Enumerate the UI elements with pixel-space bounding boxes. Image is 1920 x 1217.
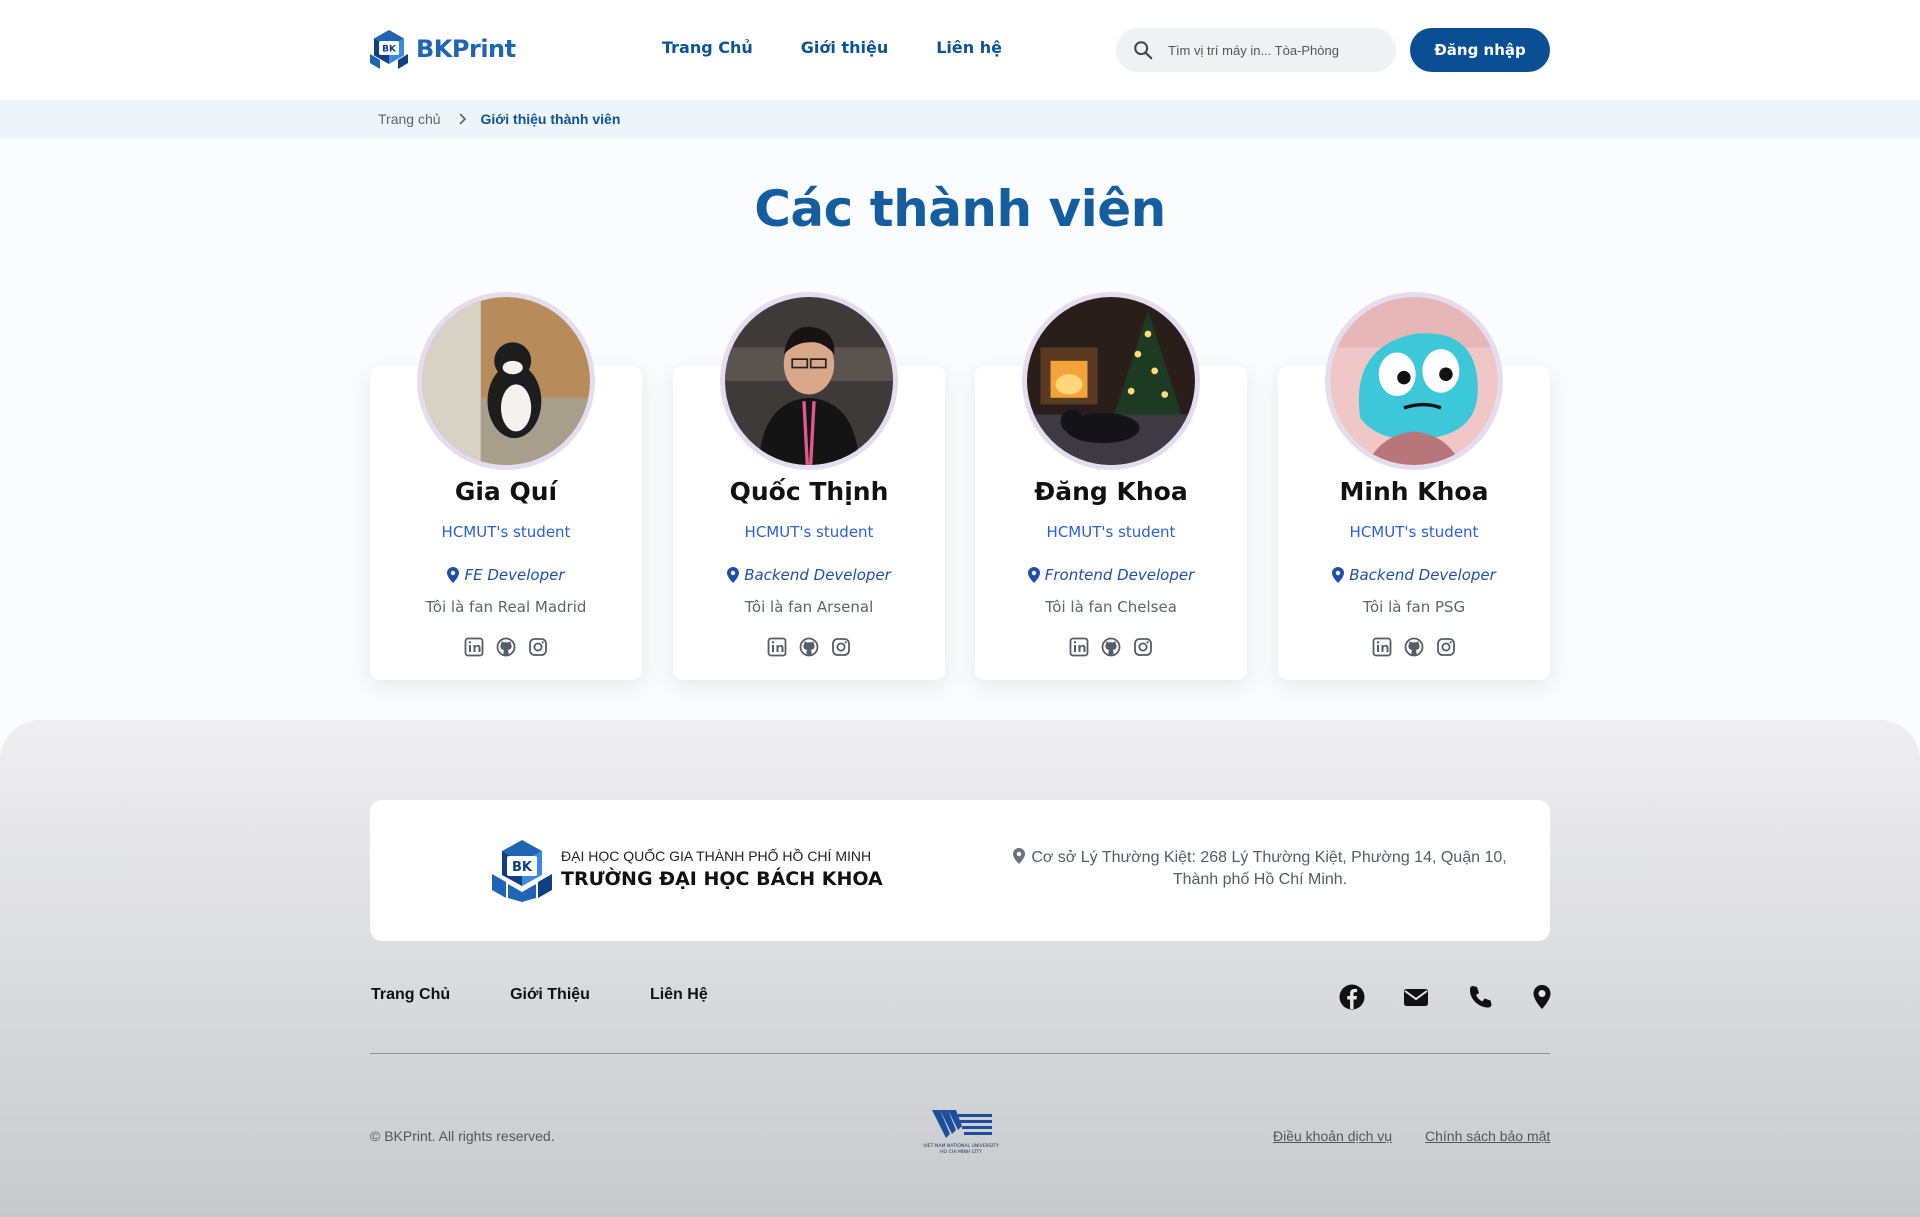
footer-link-about[interactable]: Giới Thiệu (510, 986, 590, 1004)
location-pin-icon (447, 567, 460, 583)
svg-text:BK: BK (512, 860, 533, 875)
site-footer: BK ĐẠI HỌC QUỐC GIA THÀNH PHỐ HỒ CHÍ MIN… (0, 720, 1920, 1217)
footer-divider (370, 1053, 1550, 1054)
member-name: Đăng Khoa (1034, 477, 1188, 506)
cat-photo-icon (422, 297, 590, 465)
member-avatar-cat-fireplace (1022, 292, 1200, 470)
brand-name: BKPrint (416, 35, 516, 63)
location-pin-icon (1332, 567, 1345, 583)
terms-link[interactable]: Điều khoản dịch vụ (1273, 1128, 1392, 1144)
github-icon[interactable] (1101, 637, 1121, 657)
main-nav: Trang Chủ Giới thiệu Liên hệ (662, 38, 1050, 57)
cartoon-fish-photo-icon (1330, 297, 1498, 465)
mail-icon[interactable] (1402, 983, 1430, 1011)
instagram-icon[interactable] (1133, 637, 1153, 657)
member-role-text: Frontend Developer (1044, 566, 1195, 584)
member-avatar-cat (417, 292, 595, 470)
member-avatar-cartoon (1325, 292, 1503, 470)
member-bio: Tôi là fan Arsenal (744, 598, 874, 616)
member-social (1278, 637, 1550, 657)
svg-text:BK: BK (382, 45, 397, 55)
linkedin-icon[interactable] (1372, 637, 1392, 657)
location-pin-icon (1013, 848, 1026, 864)
github-icon[interactable] (1404, 637, 1424, 657)
linkedin-icon[interactable] (1069, 637, 1089, 657)
member-role-text: Backend Developer (744, 566, 891, 584)
member-avatar-person (720, 292, 898, 470)
breadcrumb-current: Giới thiệu thành viên (480, 111, 621, 127)
member-social (975, 637, 1247, 657)
footer-nav: Trang Chủ Giới Thiệu Liên Hệ (371, 986, 768, 1004)
member-role: FE Developer (370, 566, 642, 584)
instagram-icon[interactable] (528, 637, 548, 657)
svg-text:VIET NAM NATIONAL UNIVERSITY: VIET NAM NATIONAL UNIVERSITY (923, 1143, 999, 1149)
facebook-icon[interactable] (1338, 983, 1366, 1011)
linkedin-icon[interactable] (767, 637, 787, 657)
phone-icon[interactable] (1466, 983, 1494, 1011)
breadcrumb: Trang chủ Giới thiệu thành viên (378, 111, 620, 127)
member-school: HCMUT's student (744, 523, 874, 541)
bk-logo-icon: BK (370, 30, 408, 69)
cat-fireplace-photo-icon (1027, 297, 1195, 465)
address: Cơ sở Lý Thường Kiệt: 268 Lý Thường Kiệt… (1010, 847, 1510, 891)
login-button[interactable]: Đăng nhập (1410, 28, 1550, 72)
member-social (370, 637, 642, 657)
search-box[interactable] (1116, 28, 1396, 72)
member-name: Minh Khoa (1339, 477, 1489, 506)
address-line-2: Thành phố Hồ Chí Minh. (1172, 871, 1348, 888)
member-bio: Tôi là fan Chelsea (1045, 598, 1177, 616)
member-school: HCMUT's student (441, 523, 571, 541)
member-bio: Tôi là fan PSG (1362, 598, 1466, 616)
instagram-icon[interactable] (831, 637, 851, 657)
site-header: BK BKPrint Trang Chủ Giới thiệu Liên hệ … (0, 0, 1920, 100)
nav-about[interactable]: Giới thiệu (801, 38, 888, 57)
footer-link-home[interactable]: Trang Chủ (371, 986, 450, 1004)
search-icon[interactable] (1132, 39, 1154, 61)
nav-contact[interactable]: Liên hệ (936, 38, 1002, 57)
university-name: TRƯỜNG ĐẠI HỌC BÁCH KHOA (561, 868, 883, 890)
linkedin-icon[interactable] (464, 637, 484, 657)
location-icon[interactable] (1528, 983, 1556, 1011)
member-bio: Tôi là fan Real Madrid (425, 598, 587, 616)
member-school: HCMUT's student (1349, 523, 1479, 541)
member-name: Quốc Thịnh (729, 477, 889, 506)
university-logo-icon: BK (492, 840, 552, 902)
vnu-logo-icon: VIET NAM NATIONAL UNIVERSITY HO CHI MINH… (923, 1110, 999, 1155)
copyright: © BKPrint. All rights reserved. (370, 1128, 555, 1144)
brand-logo[interactable]: BK BKPrint (368, 28, 516, 70)
member-role: Backend Developer (1278, 566, 1550, 584)
page-title: Các thành viên (754, 180, 1166, 238)
privacy-link[interactable]: Chính sách bảo mật (1425, 1128, 1550, 1144)
member-role: Backend Developer (673, 566, 945, 584)
university-box: BK ĐẠI HỌC QUỐC GIA THÀNH PHỐ HỒ CHÍ MIN… (370, 800, 1550, 941)
location-pin-icon (1027, 567, 1040, 583)
github-icon[interactable] (496, 637, 516, 657)
person-photo-icon (725, 297, 893, 465)
member-role-text: Backend Developer (1349, 566, 1496, 584)
member-name: Gia Quí (454, 477, 558, 506)
member-school: HCMUT's student (1046, 523, 1176, 541)
member-social (673, 637, 945, 657)
instagram-icon[interactable] (1436, 637, 1456, 657)
university-parent-name: ĐẠI HỌC QUỐC GIA THÀNH PHỐ HỒ CHÍ MINH (561, 848, 872, 864)
chevron-right-icon (458, 113, 466, 125)
search-input[interactable] (1168, 42, 1378, 58)
member-role: Frontend Developer (975, 566, 1247, 584)
breadcrumb-home[interactable]: Trang chủ (378, 111, 441, 127)
member-role-text: FE Developer (464, 566, 565, 584)
nav-home[interactable]: Trang Chủ (662, 38, 753, 57)
address-line-1: Cơ sở Lý Thường Kiệt: 268 Lý Thường Kiệt… (1031, 849, 1507, 866)
footer-link-contact[interactable]: Liên Hệ (650, 986, 708, 1004)
breadcrumb-bar: Trang chủ Giới thiệu thành viên (0, 100, 1920, 138)
github-icon[interactable] (799, 637, 819, 657)
location-pin-icon (727, 567, 740, 583)
svg-text:HO CHI MINH CITY: HO CHI MINH CITY (940, 1149, 982, 1155)
